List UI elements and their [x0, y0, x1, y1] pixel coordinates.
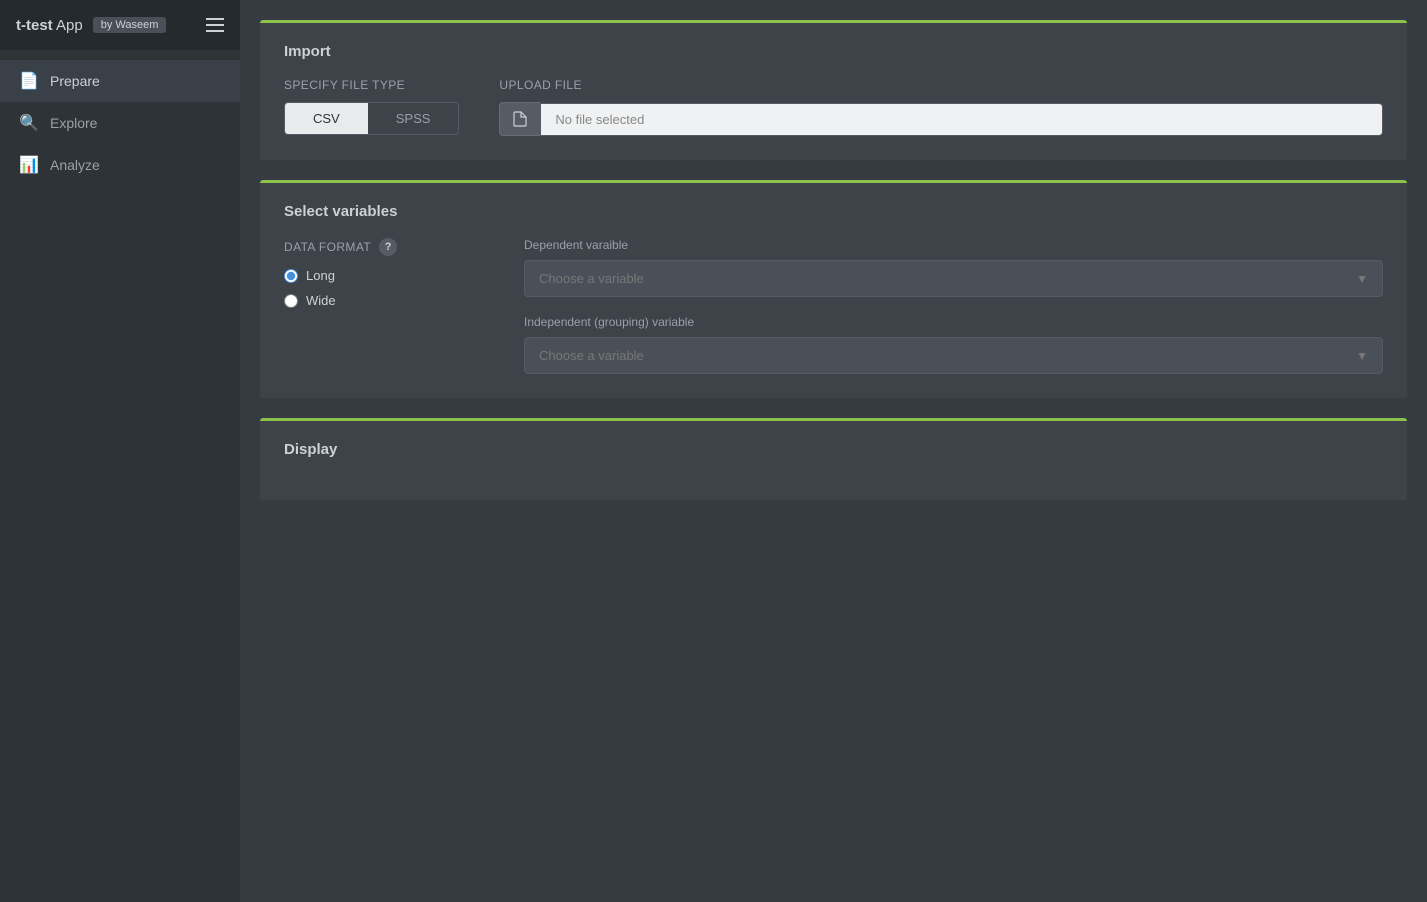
data-format-group: Data format ? Long Wide — [284, 238, 484, 374]
dependent-label: Dependent varaible — [524, 238, 1383, 252]
variables-row: Data format ? Long Wide Dependent v — [284, 238, 1383, 374]
help-icon[interactable]: ? — [379, 238, 397, 256]
spss-button[interactable]: SPSS — [368, 103, 459, 134]
variables-section: Select variables Data format ? Long Wide — [260, 180, 1407, 398]
sidebar-item-analyze[interactable]: 📊 Analyze — [0, 144, 240, 186]
dependent-placeholder: Choose a variable — [539, 271, 644, 286]
independent-chevron-icon: ▼ — [1356, 349, 1368, 363]
data-format-label: Data format — [284, 240, 371, 254]
analyze-icon: 📊 — [20, 156, 38, 174]
format-label-row: Data format ? — [284, 238, 484, 256]
independent-variable-field: Independent (grouping) variable Choose a… — [524, 315, 1383, 374]
radio-wide[interactable]: Wide — [284, 293, 484, 308]
radio-long-input[interactable] — [284, 269, 298, 283]
radio-long[interactable]: Long — [284, 268, 484, 283]
dependent-chevron-icon: ▼ — [1356, 272, 1368, 286]
main-content: Import Specify file type CSV SPSS Upload… — [240, 0, 1427, 902]
display-section: Display — [260, 418, 1407, 500]
independent-select[interactable]: Choose a variable ▼ — [524, 337, 1383, 374]
csv-button[interactable]: CSV — [285, 103, 368, 134]
sidebar-item-label-prepare: Prepare — [50, 73, 100, 89]
radio-long-label: Long — [306, 268, 335, 283]
dependent-select[interactable]: Choose a variable ▼ — [524, 260, 1383, 297]
file-type-group: Specify file type CSV SPSS — [284, 78, 459, 135]
app-header: t-test App by Waseem — [0, 0, 240, 50]
upload-group: Upload file No file selected — [499, 78, 1383, 136]
sidebar-item-label-analyze: Analyze — [50, 157, 100, 173]
file-input-display: No file selected — [540, 103, 1383, 136]
explore-icon: 🔍 — [20, 114, 38, 132]
upload-label: Upload file — [499, 78, 1383, 92]
upload-input-row: No file selected — [499, 102, 1383, 136]
radio-wide-input[interactable] — [284, 294, 298, 308]
upload-icon-button[interactable] — [499, 102, 540, 136]
hamburger-icon[interactable] — [206, 18, 224, 32]
display-title: Display — [284, 441, 1383, 458]
import-section: Import Specify file type CSV SPSS Upload… — [260, 20, 1407, 160]
dependent-group: Dependent varaible Choose a variable ▼ I… — [524, 238, 1383, 374]
dependent-variable-field: Dependent varaible Choose a variable ▼ — [524, 238, 1383, 297]
sidebar-item-prepare[interactable]: 📄 Prepare — [0, 60, 240, 102]
upload-file-icon — [512, 111, 528, 127]
by-badge: by Waseem — [93, 17, 167, 33]
sidebar-item-label-explore: Explore — [50, 115, 97, 131]
import-title: Import — [284, 43, 1383, 60]
sidebar-item-explore[interactable]: 🔍 Explore — [0, 102, 240, 144]
radio-group: Long Wide — [284, 268, 484, 308]
sidebar: t-test App by Waseem 📄 Prepare 🔍 Explore… — [0, 0, 240, 902]
sidebar-nav: 📄 Prepare 🔍 Explore 📊 Analyze — [0, 50, 240, 186]
import-row: Specify file type CSV SPSS Upload file N… — [284, 78, 1383, 136]
variables-title: Select variables — [284, 203, 1383, 220]
file-type-label: Specify file type — [284, 78, 459, 92]
radio-wide-label: Wide — [306, 293, 336, 308]
prepare-icon: 📄 — [20, 72, 38, 90]
independent-label: Independent (grouping) variable — [524, 315, 1383, 329]
file-type-toggle: CSV SPSS — [284, 102, 459, 135]
independent-placeholder: Choose a variable — [539, 348, 644, 363]
app-title: t-test App — [16, 17, 83, 34]
